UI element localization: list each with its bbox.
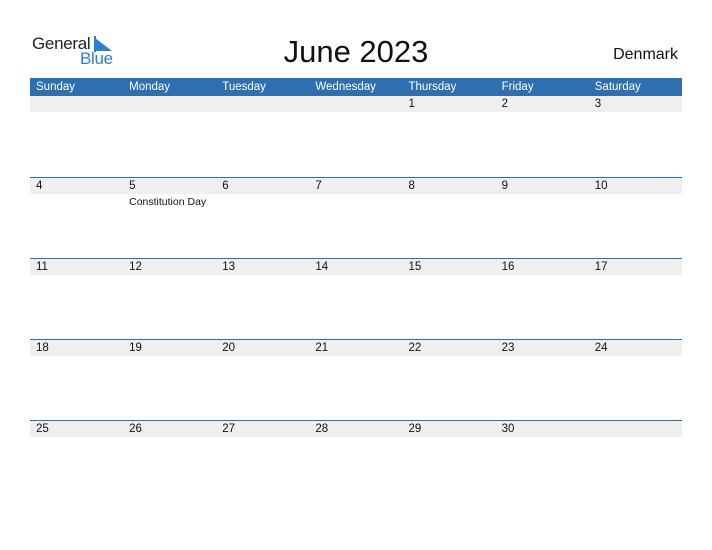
- country-label: Denmark: [613, 46, 678, 63]
- day-cell: 19: [123, 340, 216, 356]
- day-number: [595, 421, 682, 437]
- day-cell: 28: [309, 421, 402, 437]
- week-row: 1 2 3: [30, 96, 682, 177]
- day-number: 11: [36, 261, 48, 273]
- day-cell: 14: [309, 259, 402, 275]
- day-number: 28: [315, 423, 329, 435]
- day-cell: 25: [30, 421, 123, 437]
- day-cell: 23: [496, 340, 589, 356]
- day-number: [315, 96, 402, 112]
- day-cell: 21: [309, 340, 402, 356]
- day-cell: 9: [496, 178, 589, 194]
- date-strip: 25 26 27 28 29 30: [30, 421, 682, 437]
- week-row: 25 26 27 28 29 30: [30, 420, 682, 501]
- day-number: 5: [129, 180, 136, 192]
- week-row: 4 5 Constitution Day 6 7 8 9 10: [30, 177, 682, 258]
- day-number: 19: [129, 342, 142, 354]
- day-cell: 30: [496, 421, 589, 437]
- day-number: 29: [408, 423, 422, 435]
- day-number: 1: [408, 98, 415, 110]
- day-number: 4: [36, 180, 43, 192]
- day-number: 23: [501, 342, 515, 354]
- day-number: 6: [222, 180, 229, 192]
- day-cell: 13: [216, 259, 309, 275]
- day-cell: 10: [589, 178, 682, 194]
- day-cell: 4: [30, 178, 123, 194]
- day-cell: 16: [496, 259, 589, 275]
- weekday-tuesday: Tuesday: [222, 81, 266, 93]
- day-cell: [309, 96, 402, 112]
- day-cell: 17: [589, 259, 682, 275]
- day-cell: 27: [216, 421, 309, 437]
- day-cell: 22: [403, 340, 496, 356]
- day-number: 10: [594, 180, 608, 192]
- day-cell: 29: [403, 421, 496, 437]
- weeks-container: 1 2 3 4 5 Constitution Day 6 7 8 9 10 11 12 13 14 15 16 1…: [30, 96, 682, 501]
- day-number: 21: [315, 342, 329, 354]
- day-cell: 8: [403, 178, 496, 194]
- day-number: 14: [315, 261, 329, 273]
- day-cell: 7: [309, 178, 402, 194]
- day-number: [129, 96, 216, 112]
- weekday-saturday: Saturday: [594, 81, 641, 93]
- day-number: 12: [129, 261, 142, 273]
- day-number: [222, 96, 309, 112]
- day-cell: 26: [123, 421, 216, 437]
- weekday-thursday: Thursday: [408, 81, 457, 93]
- calendar-grid: Sunday Monday Tuesday Wednesday Thursday…: [30, 78, 682, 501]
- day-cell: 12: [123, 259, 216, 275]
- day-cell: 18: [30, 340, 123, 356]
- day-number: 8: [408, 180, 415, 192]
- page-title: June 2023: [283, 34, 429, 69]
- day-number: [36, 96, 123, 112]
- day-number: 13: [222, 261, 236, 273]
- day-number: 27: [222, 423, 236, 435]
- week-row: 11 12 13 14 15 16 17: [30, 258, 682, 339]
- day-number: 26: [129, 423, 142, 435]
- day-number: 16: [501, 261, 515, 273]
- day-cell: 5 Constitution Day: [123, 178, 216, 208]
- day-cell: [30, 96, 123, 112]
- day-cell: [589, 421, 682, 437]
- day-number: 25: [36, 423, 49, 435]
- date-strip: 1 2 3: [30, 96, 682, 112]
- weekday-header: Sunday Monday Tuesday Wednesday Thursday…: [30, 78, 682, 96]
- day-number: 7: [315, 180, 322, 192]
- day-number: 9: [501, 180, 509, 192]
- day-cell: 15: [403, 259, 496, 275]
- day-cell: 3: [589, 96, 682, 112]
- day-number: 3: [594, 98, 602, 110]
- day-number: 2: [501, 98, 509, 110]
- date-strip: 18 19 20 21 22 23 24: [30, 340, 682, 356]
- weekday-sunday: Sunday: [36, 81, 76, 93]
- holiday-label: Constitution Day: [129, 196, 207, 208]
- day-cell: 24: [589, 340, 682, 356]
- weekday-friday: Friday: [501, 81, 534, 93]
- day-number: 15: [408, 261, 422, 273]
- day-number: 20: [222, 342, 236, 354]
- day-cell: 11: [30, 259, 123, 275]
- day-number: 24: [594, 342, 608, 354]
- weekday-monday: Monday: [129, 81, 171, 93]
- day-number: 18: [36, 342, 49, 354]
- day-cell: 20: [216, 340, 309, 356]
- day-number: 22: [408, 342, 422, 354]
- day-cell: 1: [403, 96, 496, 112]
- day-number: 30: [501, 423, 515, 435]
- day-cell: 6: [216, 178, 309, 194]
- week-row: 18 19 20 21 22 23 24: [30, 339, 682, 420]
- day-cell: 2: [496, 96, 589, 112]
- day-cell: [123, 96, 216, 112]
- day-number: 17: [594, 261, 608, 273]
- date-strip: 4 5 Constitution Day 6 7 8 9 10: [30, 178, 682, 208]
- weekday-wednesday: Wednesday: [315, 81, 376, 93]
- day-cell: [216, 96, 309, 112]
- date-strip: 11 12 13 14 15 16 17: [30, 259, 682, 275]
